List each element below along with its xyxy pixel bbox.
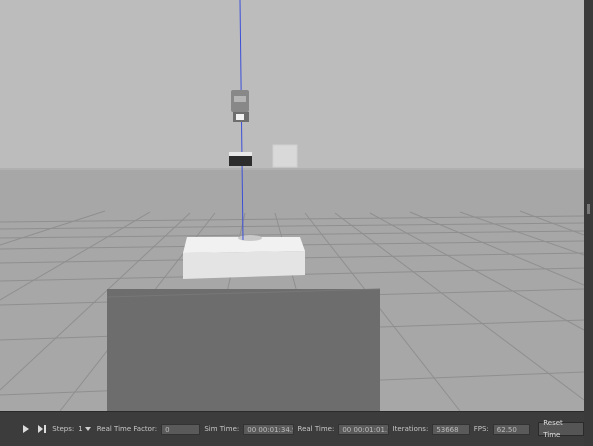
right-panel-edge[interactable]	[584, 0, 593, 446]
sensor-upper	[231, 90, 249, 122]
white-platform-front	[183, 251, 305, 279]
play-icon[interactable]	[22, 424, 30, 435]
background-cube	[272, 144, 298, 168]
steps-label: Steps:	[52, 425, 75, 433]
chevron-down-icon[interactable]	[84, 427, 91, 431]
table-block	[107, 289, 380, 411]
sensor-lower	[229, 152, 252, 166]
scene-render	[0, 0, 584, 411]
real-time-factor-value: 0	[161, 423, 201, 435]
iterations-label: Iterations:	[392, 425, 429, 433]
steps-value[interactable]: 1	[78, 425, 82, 433]
step-forward-icon[interactable]	[36, 424, 47, 435]
sim-time-label: Sim Time:	[204, 425, 240, 433]
real-time-label: Real Time:	[297, 425, 335, 433]
real-time-factor-label: Real Time Factor:	[96, 425, 158, 433]
fps-label: FPS:	[473, 425, 489, 433]
real-time-value: 00 00:01:01.727	[338, 423, 389, 435]
fps-value: 62.50	[492, 423, 531, 435]
panel-grip-handle[interactable]	[587, 204, 590, 214]
bottom-toolbar: Steps: 1 Real Time Factor: 0 Sim Time: 0…	[0, 411, 584, 446]
reset-time-button[interactable]: Reset Time	[538, 419, 584, 439]
3d-viewport[interactable]	[0, 0, 584, 411]
iterations-value: 53668	[432, 423, 470, 435]
sim-time-value: 00 00:01:34.992	[243, 423, 294, 435]
